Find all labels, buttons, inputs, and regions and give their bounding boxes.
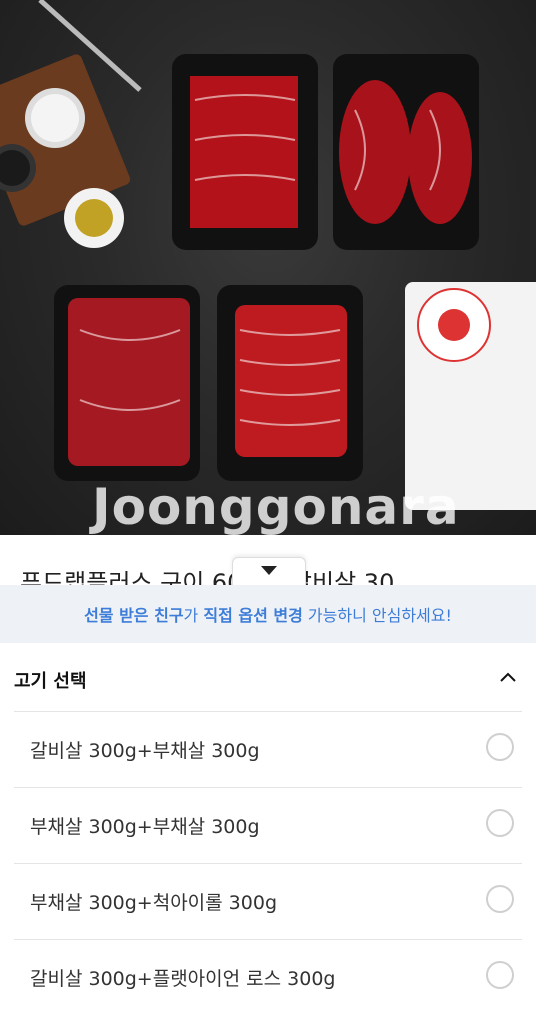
option-item[interactable]: 부채살 300g+척아이롤 300g bbox=[14, 863, 522, 939]
notice-text-2: 가능하니 안심하세요! bbox=[302, 606, 452, 625]
radio-button[interactable] bbox=[486, 961, 514, 989]
radio-button[interactable] bbox=[486, 733, 514, 761]
notice-text-1: 가 bbox=[183, 606, 204, 625]
section-title: 고기 선택 bbox=[14, 671, 87, 692]
radio-button[interactable] bbox=[486, 809, 514, 837]
option-label: 부채살 300g+척아이롤 300g bbox=[30, 892, 278, 914]
option-label: 갈비살 300g+플랫아이언 로스 300g bbox=[30, 968, 336, 990]
collapse-panel-button[interactable] bbox=[232, 557, 306, 585]
notice-friend-text: 선물 받은 친구 bbox=[84, 606, 184, 625]
option-label: 갈비살 300g+부채살 300g bbox=[30, 740, 260, 762]
caret-down-icon bbox=[261, 566, 277, 575]
option-item[interactable]: 갈비살 300g+부채살 300g bbox=[14, 711, 522, 787]
option-item[interactable]: 갈비살 300g+플랫아이언 로스 300g bbox=[14, 939, 522, 1015]
product-title: 푸드랩플러스 구이 600g (갈비살 30 bbox=[20, 569, 395, 585]
meat-set-photo bbox=[0, 0, 536, 510]
meat-select-header[interactable]: 고기 선택 bbox=[0, 643, 536, 711]
watermark-text: Joonggonara bbox=[92, 478, 460, 535]
option-label: 부채살 300g+부채살 300g bbox=[30, 816, 260, 838]
gift-option-notice: 선물 받은 친구가 직접 옵션 변경 가능하니 안심하세요! bbox=[0, 585, 536, 643]
chevron-up-icon bbox=[500, 672, 516, 682]
notice-change-text: 직접 옵션 변경 bbox=[203, 606, 303, 625]
product-title-strip: 푸드랩플러스 구이 600g (갈비살 30 bbox=[0, 535, 536, 585]
radio-button[interactable] bbox=[486, 885, 514, 913]
option-item[interactable]: 부채살 300g+부채살 300g bbox=[14, 787, 522, 863]
product-image: Joonggonara bbox=[0, 0, 536, 535]
